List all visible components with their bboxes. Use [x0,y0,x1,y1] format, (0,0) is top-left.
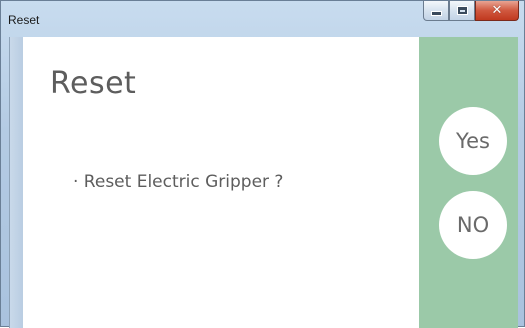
no-button[interactable]: NO [439,191,507,259]
page-title: Reset [50,66,137,101]
action-panel: Yes NO [419,37,518,328]
title-bar[interactable]: Reset ✕ [1,1,524,37]
dialog-content: Reset · Reset Electric Gripper ? [23,37,419,328]
confirmation-question: · Reset Electric Gripper ? [73,172,284,192]
maximize-icon [456,6,468,15]
maximize-button[interactable] [449,1,475,21]
yes-button[interactable]: Yes [439,107,507,175]
close-button[interactable]: ✕ [475,1,519,21]
window-title: Reset [8,13,40,27]
minimize-icon [430,11,442,16]
dialog-client-area: Reset · Reset Electric Gripper ? Yes NO [9,37,518,328]
window-controls: ✕ [423,1,519,23]
close-icon: ✕ [491,3,503,18]
reset-window: Reset ✕ Reset · Reset Electric Gripper ?… [0,0,525,328]
left-edge-strip [10,37,23,328]
minimize-button[interactable] [423,1,449,21]
